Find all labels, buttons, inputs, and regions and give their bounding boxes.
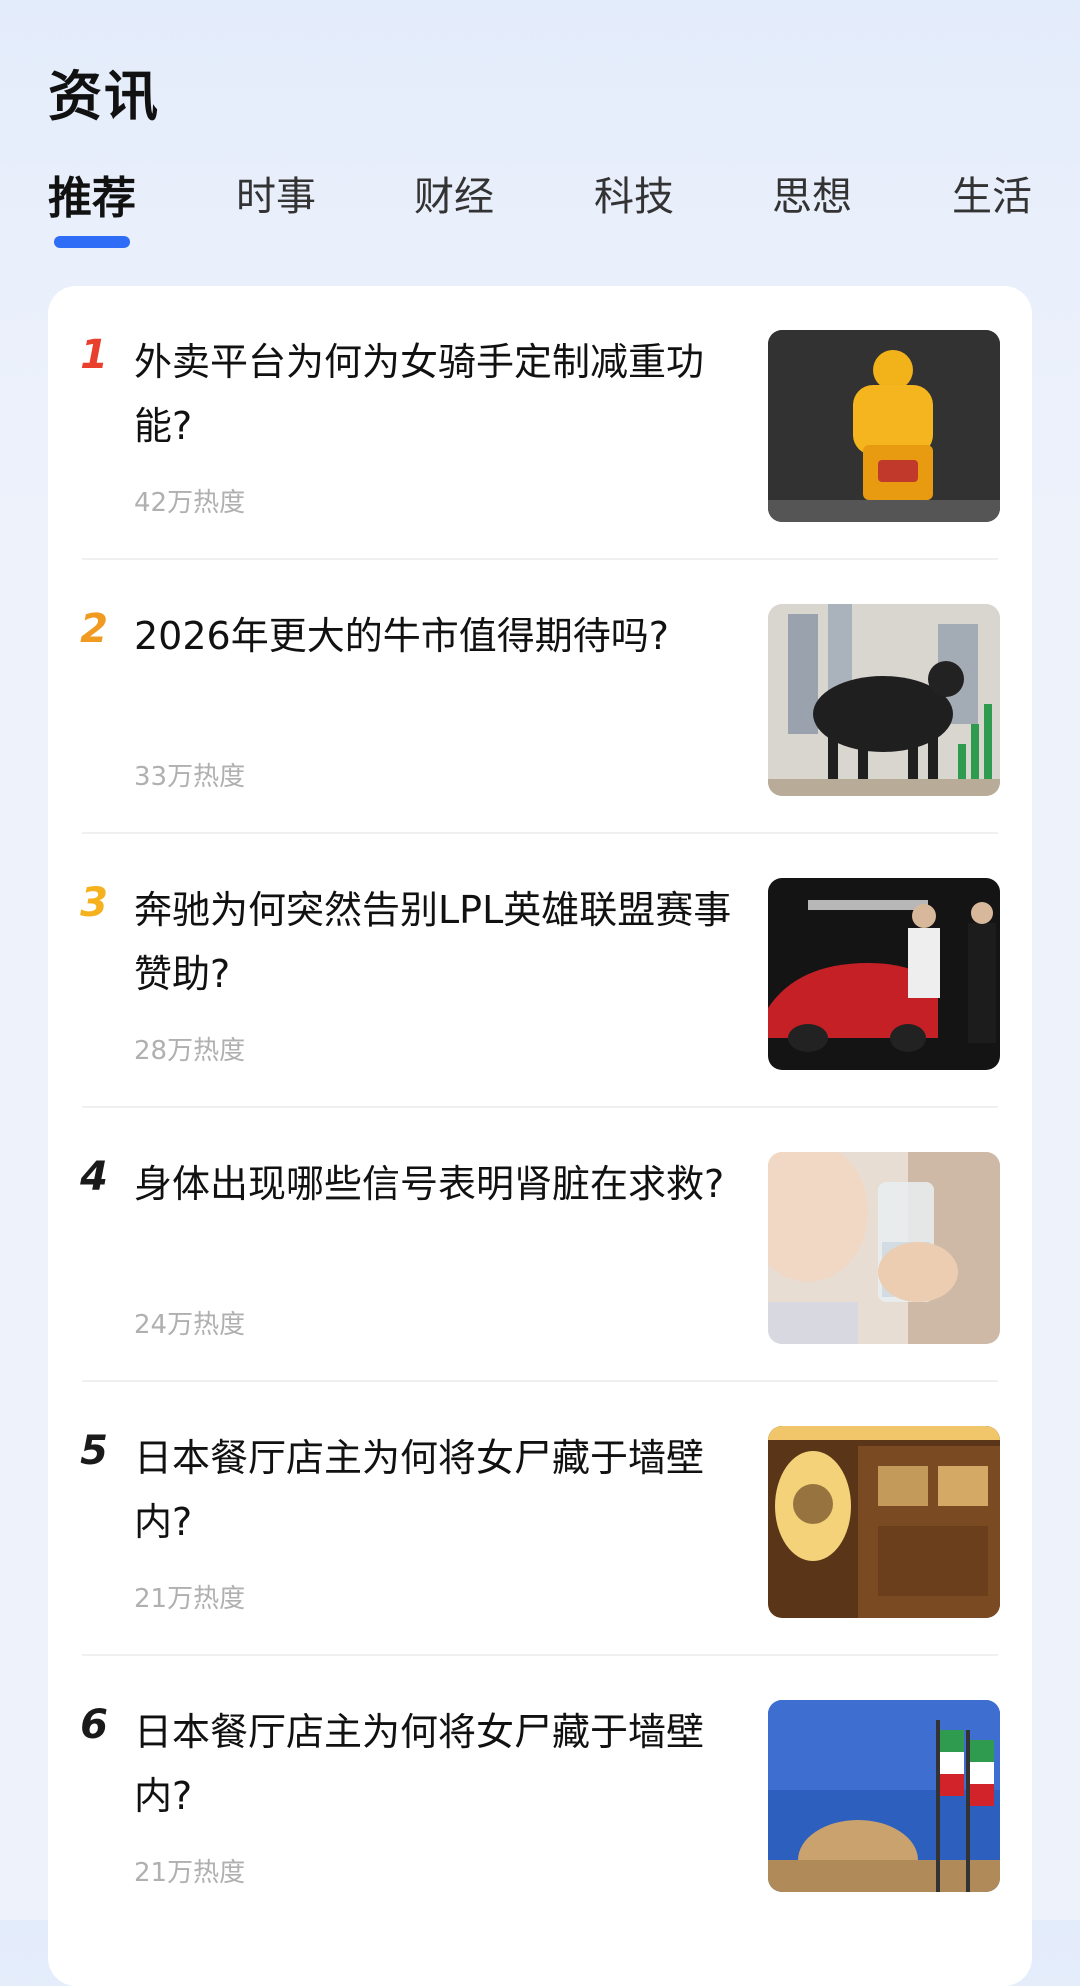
drinking-water-image[interactable] [768,1152,1000,1344]
heat-count: 21万热度 [134,1584,246,1614]
news-title[interactable]: 日本餐厅店主为何将女尸藏于墙壁内? [134,1700,734,1828]
heat-count: 33万热度 [134,762,246,792]
news-item[interactable]: 2 2026年更大的牛市值得期待吗? 33万热度 [48,560,1032,834]
tab-thought[interactable]: 思想 [772,164,852,222]
tab-technology[interactable]: 科技 [594,164,674,222]
heat-count: 24万热度 [134,1310,246,1340]
heat-count: 28万热度 [134,1036,246,1066]
news-title[interactable]: 身体出现哪些信号表明肾脏在求救? [134,1152,734,1216]
tab-finance[interactable]: 财经 [414,164,494,222]
news-item[interactable]: 4 身体出现哪些信号表明肾脏在求救? 24万热度 [48,1108,1032,1382]
car-event-image[interactable] [768,878,1000,1070]
flags-building-image[interactable] [768,1700,1000,1892]
news-title[interactable]: 日本餐厅店主为何将女尸藏于墙壁内? [134,1426,734,1554]
rank-number: 5 [80,1428,108,1474]
tab-life[interactable]: 生活 [952,164,1032,222]
news-title[interactable]: 2026年更大的牛市值得期待吗? [134,604,734,668]
rank-number: 6 [80,1702,108,1748]
rank-number: 4 [80,1154,108,1200]
news-title[interactable]: 外卖平台为何为女骑手定制减重功能? [134,330,734,458]
news-title[interactable]: 奔驰为何突然告别LPL英雄联盟赛事赞助? [134,878,734,1006]
rank-number: 3 [80,880,108,926]
tab-recommend[interactable]: 推荐 [48,162,136,226]
heat-count: 21万热度 [134,1858,246,1888]
category-tabs: 推荐 时事 财经 科技 思想 生活 [48,164,1032,254]
bull-market-image[interactable] [768,604,1000,796]
active-tab-indicator [54,236,130,248]
news-list-card: 1 外卖平台为何为女骑手定制减重功能? 42万热度 2 2026年更大的牛市值得… [48,286,1032,1986]
rank-number: 1 [80,332,108,378]
news-item[interactable]: 1 外卖平台为何为女骑手定制减重功能? 42万热度 [48,286,1032,560]
news-item[interactable]: 5 日本餐厅店主为何将女尸藏于墙壁内? 21万热度 [48,1382,1032,1656]
restaurant-image[interactable] [768,1426,1000,1618]
tab-current-affairs[interactable]: 时事 [236,164,316,222]
delivery-rider-image[interactable] [768,330,1000,522]
news-item[interactable]: 3 奔驰为何突然告别LPL英雄联盟赛事赞助? 28万热度 [48,834,1032,1108]
page-title: 资讯 [48,65,160,128]
rank-number: 2 [80,606,108,652]
heat-count: 42万热度 [134,488,246,518]
news-item[interactable]: 6 日本餐厅店主为何将女尸藏于墙壁内? 21万热度 [48,1656,1032,1930]
